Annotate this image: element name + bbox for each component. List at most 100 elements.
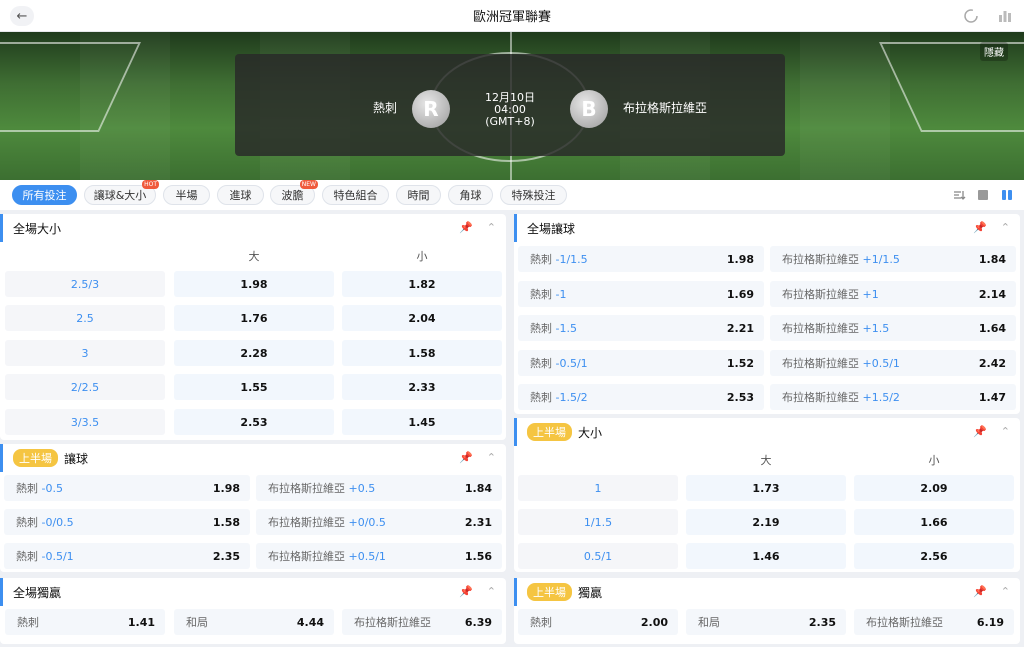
- odds-button[interactable]: 2.53: [174, 409, 334, 435]
- back-button[interactable]: ←: [10, 6, 34, 26]
- match-card: 熱刺 R 12月10日 04:00 (GMT+8) B 布拉格斯拉維亞: [235, 54, 785, 156]
- odds-button[interactable]: 布拉格斯拉維亞 6.39: [342, 609, 502, 635]
- tab-time[interactable]: 時間: [396, 185, 441, 205]
- odds-button[interactable]: 1.98: [174, 271, 334, 297]
- away-team-badge: B: [570, 90, 608, 128]
- panel-title: 大小: [578, 425, 603, 440]
- odds-button[interactable]: 2.09: [854, 475, 1014, 501]
- tab-correct-score[interactable]: 波膽 NEW: [270, 180, 318, 205]
- back-arrow-icon: ←: [16, 8, 28, 24]
- tab-special-bets[interactable]: 特殊投注: [500, 185, 567, 205]
- panel-title: 全場大小: [13, 221, 62, 236]
- odds-button[interactable]: 2.19: [686, 509, 846, 535]
- collapse-icon[interactable]: ⌃: [1001, 585, 1010, 598]
- collapse-icon[interactable]: ⌃: [487, 451, 496, 464]
- odds-button[interactable]: 布拉格斯拉維亞 +1 2.14: [770, 281, 1016, 307]
- odds-button[interactable]: 布拉格斯拉維亞 +1.5 1.64: [770, 315, 1016, 341]
- panel-title: 獨贏: [578, 585, 603, 600]
- collapse-icon[interactable]: ⌃: [1001, 425, 1010, 438]
- odds-button[interactable]: 熱刺 -0/0.5 1.58: [4, 509, 250, 535]
- odds-button[interactable]: 2.04: [342, 305, 502, 331]
- odds-button[interactable]: 和局 2.35: [686, 609, 846, 635]
- match-datetime: 12月10日 04:00 (GMT+8): [460, 92, 560, 128]
- odds-button[interactable]: 1.66: [854, 509, 1014, 535]
- pin-icon[interactable]: 📌: [973, 221, 987, 234]
- odds-button[interactable]: 2.28: [174, 340, 334, 366]
- column-over: 大: [248, 250, 260, 263]
- odds-button[interactable]: 1.58: [342, 340, 502, 366]
- panel-fulltime-1x2: 全場獨贏 📌 ⌃ 熱刺 1.41 和局 4.44 布拉格斯拉維亞 6.39: [0, 578, 506, 644]
- bet-type-tabs: 所有投注 讓球&大小 HOT 半場 進球 波膽 NEW 特色組合 時間 角球 特殊投…: [0, 180, 1024, 210]
- panel-firsthalf-over-under: 上半場 大小 📌 ⌃ 大 小 1 1.73 2.09 1/1.5 2.19 1.66…: [514, 418, 1020, 572]
- odds-button[interactable]: 布拉格斯拉維亞 +0.5/1 1.56: [256, 543, 502, 569]
- single-column-icon[interactable]: [976, 188, 990, 202]
- line-label: 1/1.5: [518, 509, 678, 535]
- pin-icon[interactable]: 📌: [973, 425, 987, 438]
- match-hero: 隱藏 熱刺 R 12月10日 04:00 (GMT+8) B 布拉格斯拉維亞: [0, 32, 1024, 180]
- away-team-name: 布拉格斯拉維亞: [623, 101, 708, 115]
- tab-handicap-ou[interactable]: 讓球&大小 HOT: [84, 180, 159, 205]
- column-under: 小: [416, 250, 428, 263]
- odds-button[interactable]: 布拉格斯拉維亞 +0/0.5 2.31: [256, 509, 502, 535]
- odds-button[interactable]: 熱刺 -1/1.5 1.98: [518, 246, 764, 272]
- odds-button[interactable]: 布拉格斯拉維亞 6.19: [854, 609, 1014, 635]
- odds-button[interactable]: 1.55: [174, 374, 334, 400]
- line-label: 0.5/1: [518, 543, 678, 569]
- panel-fulltime-over-under: 全場大小 📌 ⌃ 大 小 2.5/3 1.98 1.82 2.5 1.76 2.0…: [0, 214, 506, 440]
- new-badge: NEW: [299, 180, 318, 189]
- odds-button[interactable]: 和局 4.44: [174, 609, 334, 635]
- pin-icon[interactable]: 📌: [459, 221, 473, 234]
- column-under: 小: [928, 454, 940, 467]
- line-label: 1: [518, 475, 678, 501]
- first-half-tag: 上半場: [13, 449, 58, 467]
- line-label: 2.5: [5, 305, 165, 331]
- pin-icon[interactable]: 📌: [459, 585, 473, 598]
- panel-title: 全場讓球: [527, 221, 576, 236]
- odds-button[interactable]: 1.82: [342, 271, 502, 297]
- pin-icon[interactable]: 📌: [973, 585, 987, 598]
- refresh-icon[interactable]: [962, 7, 980, 25]
- odds-button[interactable]: 熱刺 -0.5 1.98: [4, 475, 250, 501]
- hide-button[interactable]: 隱藏: [980, 42, 1008, 61]
- odds-button[interactable]: 熱刺 2.00: [518, 609, 678, 635]
- tab-goals[interactable]: 進球: [217, 185, 264, 205]
- first-half-tag: 上半場: [527, 423, 572, 441]
- tab-special-combo[interactable]: 特色組合: [322, 185, 389, 205]
- panel-firsthalf-handicap: 上半場 讓球 📌 ⌃ 熱刺 -0.5 1.98 布拉格斯拉維亞 +0.5 1.84 熱刺…: [0, 444, 506, 572]
- panel-title: 全場獨贏: [13, 585, 62, 600]
- match-timezone: (GMT+8): [485, 115, 535, 128]
- odds-button[interactable]: 熱刺 -0.5/1 2.35: [4, 543, 250, 569]
- collapse-icon[interactable]: ⌃: [487, 585, 496, 598]
- panel-firsthalf-1x2: 上半場 獨贏 📌 ⌃ 熱刺 2.00 和局 2.35 布拉格斯拉維亞 6.19: [514, 578, 1020, 644]
- tab-half[interactable]: 半場: [163, 185, 210, 205]
- top-bar: ← 歐洲冠軍聯賽: [0, 0, 1024, 32]
- home-team-badge: R: [412, 90, 450, 128]
- odds-button[interactable]: 布拉格斯拉維亞 +1.5/2 1.47: [770, 384, 1016, 410]
- collapse-icon[interactable]: ⌃: [487, 221, 496, 234]
- line-label: 2/2.5: [5, 374, 165, 400]
- tab-corners[interactable]: 角球: [448, 185, 493, 205]
- odds-button[interactable]: 2.56: [854, 543, 1014, 569]
- odds-button[interactable]: 布拉格斯拉維亞 +1/1.5 1.84: [770, 246, 1016, 272]
- pin-icon[interactable]: 📌: [459, 451, 473, 464]
- line-label: 3: [5, 340, 165, 366]
- odds-button[interactable]: 1.76: [174, 305, 334, 331]
- odds-button[interactable]: 1.73: [686, 475, 846, 501]
- odds-button[interactable]: 熱刺 1.41: [5, 609, 165, 635]
- odds-button[interactable]: 布拉格斯拉維亞 +0.5/1 2.42: [770, 350, 1016, 376]
- odds-button[interactable]: 布拉格斯拉維亞 +0.5 1.84: [256, 475, 502, 501]
- two-column-icon[interactable]: [1000, 188, 1014, 202]
- collapse-icon[interactable]: ⌃: [1001, 221, 1010, 234]
- odds-button[interactable]: 2.33: [342, 374, 502, 400]
- odds-button[interactable]: 熱刺 -1.5 2.21: [518, 315, 764, 341]
- odds-button[interactable]: 1.45: [342, 409, 502, 435]
- page-title: 歐洲冠軍聯賽: [472, 10, 551, 25]
- odds-button[interactable]: 熱刺 -1 1.69: [518, 281, 764, 307]
- sort-icon[interactable]: [952, 188, 966, 202]
- odds-button[interactable]: 1.46: [686, 543, 846, 569]
- tab-all-bets[interactable]: 所有投注: [12, 185, 77, 205]
- stats-icon[interactable]: [996, 7, 1014, 25]
- odds-button[interactable]: 熱刺 -0.5/1 1.52: [518, 350, 764, 376]
- panel-fulltime-handicap: 全場讓球 📌 ⌃ 熱刺 -1/1.5 1.98 布拉格斯拉維亞 +1/1.5 1.84…: [514, 214, 1020, 414]
- odds-button[interactable]: 熱刺 -1.5/2 2.53: [518, 384, 764, 410]
